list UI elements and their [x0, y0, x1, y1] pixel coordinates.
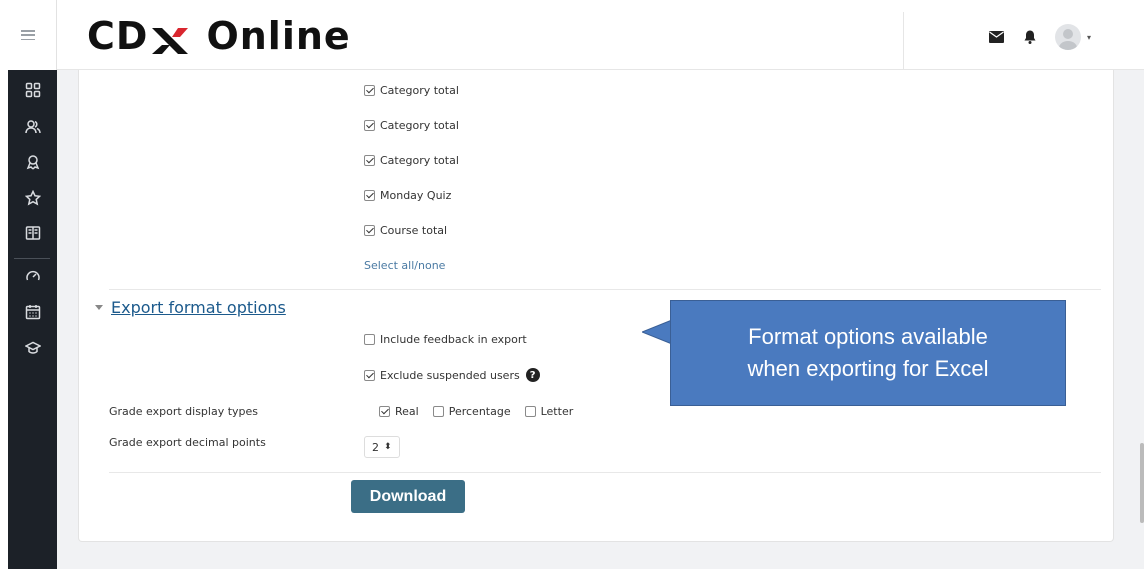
nav-drawer	[8, 70, 57, 569]
exclude-suspended-label: Exclude suspended users	[380, 368, 520, 382]
display-types-group: Real Percentage Letter	[379, 405, 573, 418]
badge-icon[interactable]	[23, 152, 43, 172]
section-heading: Export format options	[111, 298, 286, 317]
header-actions: ▾	[987, 24, 1091, 50]
callout-line: when exporting for Excel	[747, 356, 989, 381]
item-label: Category total	[380, 154, 459, 167]
menu-toggle-area	[0, 0, 57, 70]
decimal-points-value: 2	[372, 440, 379, 454]
exclude-suspended-option[interactable]: Exclude suspended users ?	[364, 368, 540, 382]
item-label: Category total	[380, 119, 459, 132]
user-menu-chevron-down-icon[interactable]: ▾	[1087, 33, 1091, 42]
list-item[interactable]: Category total	[364, 119, 459, 132]
list-item[interactable]: Category total	[364, 84, 459, 97]
list-item[interactable]: Monday Quiz	[364, 189, 451, 202]
checkbox[interactable]	[364, 120, 375, 131]
checkbox[interactable]	[364, 155, 375, 166]
item-label: Course total	[380, 224, 448, 237]
section-divider	[109, 472, 1101, 473]
display-type-label: Percentage	[448, 405, 511, 418]
user-avatar[interactable]	[1055, 24, 1081, 50]
download-button[interactable]: Download	[351, 480, 465, 513]
item-label: Category total	[380, 84, 459, 97]
header-divider	[903, 12, 904, 70]
logo-text-left: CD	[87, 14, 149, 58]
site-logo[interactable]: CD Online	[87, 14, 351, 58]
users-icon[interactable]	[23, 117, 43, 137]
checkbox[interactable]	[364, 225, 375, 236]
notifications-bell-icon[interactable]	[1021, 28, 1039, 46]
select-all-row: Select all/none	[364, 259, 445, 272]
gauge-icon[interactable]	[23, 266, 43, 286]
callout-line: Format options available	[748, 324, 988, 349]
decimal-points-select[interactable]: 2 ⬍	[364, 436, 400, 458]
include-feedback-option[interactable]: Include feedback in export	[364, 333, 527, 346]
dashboard-icon[interactable]	[23, 80, 43, 100]
book-icon[interactable]	[23, 223, 43, 243]
display-type-letter-checkbox[interactable]	[524, 406, 536, 417]
graduation-cap-icon[interactable]	[23, 338, 43, 358]
display-type-percentage-checkbox[interactable]	[432, 406, 444, 417]
section-divider	[109, 289, 1101, 290]
nav-divider	[14, 258, 50, 259]
exclude-suspended-checkbox[interactable]	[364, 369, 375, 381]
page-scrollbar[interactable]	[1140, 443, 1144, 523]
hamburger-menu-icon[interactable]	[21, 30, 35, 40]
export-format-options-toggle[interactable]: Export format options	[95, 298, 286, 317]
checkbox[interactable]	[364, 85, 375, 96]
decimal-points-label: Grade export decimal points	[109, 436, 266, 449]
list-item[interactable]: Course total	[364, 224, 447, 237]
select-arrows-icon: ⬍	[384, 442, 392, 452]
calendar-icon[interactable]	[23, 302, 43, 322]
display-type-real-checkbox[interactable]	[379, 406, 390, 417]
display-types-label: Grade export display types	[109, 405, 259, 418]
select-all-none-link[interactable]: Select all/none	[364, 259, 445, 272]
messages-envelope-icon[interactable]	[987, 28, 1005, 46]
display-type-label: Real	[395, 405, 419, 418]
item-label: Monday Quiz	[380, 189, 452, 202]
display-type-label: Letter	[540, 405, 574, 418]
logo-x-mark-icon	[150, 21, 190, 54]
include-feedback-checkbox[interactable]	[364, 334, 375, 345]
callout-text: Format options available when exporting …	[748, 321, 989, 385]
list-item[interactable]: Category total	[364, 154, 459, 167]
checkbox[interactable]	[364, 190, 375, 201]
help-question-icon[interactable]: ?	[525, 368, 540, 382]
star-icon[interactable]	[23, 188, 43, 208]
top-header: CD Online ▾	[57, 0, 1144, 70]
include-feedback-label: Include feedback in export	[380, 333, 527, 346]
annotation-callout: Format options available when exporting …	[670, 300, 1066, 406]
logo-text-right: Online	[206, 14, 351, 58]
collapse-triangle-icon	[95, 305, 103, 310]
